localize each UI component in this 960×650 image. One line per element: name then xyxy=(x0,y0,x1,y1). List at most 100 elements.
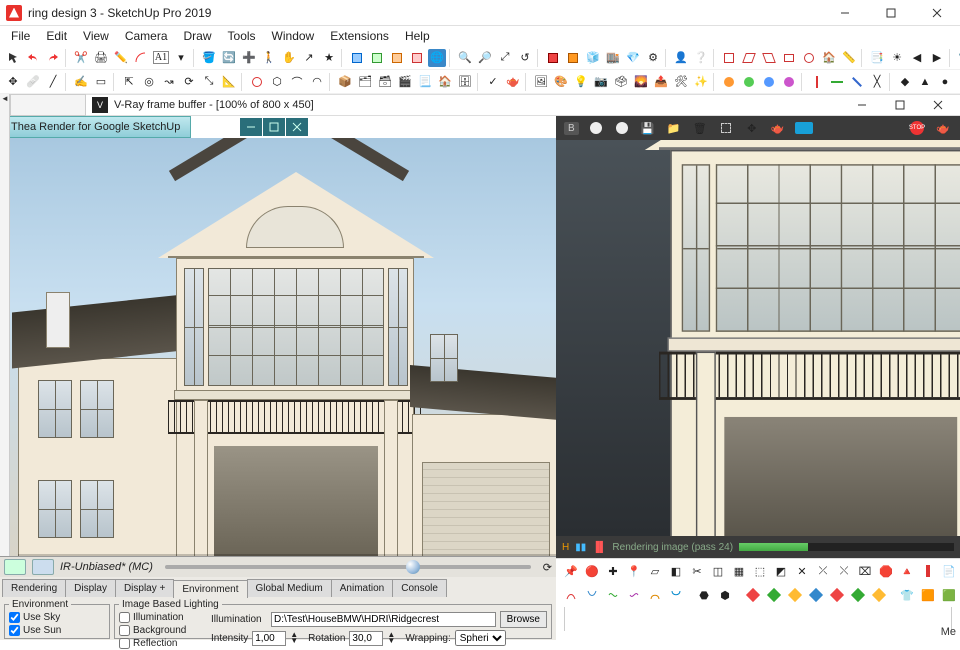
view1-icon[interactable] xyxy=(720,49,738,67)
history-icon[interactable] xyxy=(795,119,813,137)
maximize-button[interactable] xyxy=(868,0,914,26)
rotation-input[interactable] xyxy=(349,631,383,646)
page-icon[interactable]: 📃 xyxy=(416,73,434,91)
wrapping-select[interactable]: Spheri xyxy=(455,630,506,646)
rect-icon[interactable]: ▭ xyxy=(92,73,110,91)
export-icon[interactable]: 📤 xyxy=(652,73,670,91)
illumination-checkbox[interactable]: Illumination xyxy=(119,611,205,624)
thea-close-button[interactable] xyxy=(286,118,308,136)
menu-edit[interactable]: Edit xyxy=(39,27,74,45)
compare-icon[interactable]: ✥ xyxy=(743,119,761,137)
d8-icon[interactable]: 🟧 xyxy=(919,586,937,604)
viewport-left[interactable] xyxy=(0,138,556,556)
help-icon[interactable]: ❔ xyxy=(692,49,710,67)
paint-icon[interactable]: 🪣 xyxy=(200,49,218,67)
lt9-icon[interactable]: ▦ xyxy=(730,562,748,580)
layer-icon[interactable]: 📑 xyxy=(868,49,886,67)
rotation-spinner-icon[interactable]: ▲▼ xyxy=(387,632,395,644)
hand-icon[interactable]: ✋ xyxy=(280,49,298,67)
lb3-icon[interactable] xyxy=(604,586,622,604)
d2-icon[interactable] xyxy=(765,586,783,604)
reflection-checkbox[interactable]: Reflection xyxy=(119,637,205,650)
thea-minimize-button[interactable] xyxy=(240,118,262,136)
section-icon[interactable]: ✓ xyxy=(484,73,502,91)
print-icon[interactable]: 🖨 xyxy=(92,49,110,67)
menu-view[interactable]: View xyxy=(76,27,116,45)
env-icon[interactable]: 🌄 xyxy=(632,73,650,91)
d4-icon[interactable] xyxy=(807,586,825,604)
sun-icon[interactable]: ☀ xyxy=(888,49,906,67)
tab-environment[interactable]: Environment xyxy=(173,580,247,598)
freehand-icon[interactable]: ✍ xyxy=(72,73,90,91)
axis3-icon[interactable] xyxy=(848,73,866,91)
zoom-window-icon[interactable]: 🔎 xyxy=(476,49,494,67)
lt3-icon[interactable]: ✚ xyxy=(604,562,622,580)
use-sun-checkbox[interactable]: Use Sun xyxy=(9,624,105,637)
thea-render-tab[interactable]: Thea Render for Google SketchUp xyxy=(0,116,191,138)
thea-maximize-button[interactable] xyxy=(263,118,285,136)
cam-icon[interactable]: 📷 xyxy=(592,73,610,91)
intensity-input[interactable] xyxy=(252,631,286,646)
line-icon[interactable]: ╱ xyxy=(44,73,62,91)
user-icon[interactable]: 👤 xyxy=(672,49,690,67)
menu-help[interactable]: Help xyxy=(398,27,437,45)
intensity-spinner-icon[interactable]: ▲▼ xyxy=(290,632,298,644)
move-icon[interactable]: ✥ xyxy=(4,73,22,91)
lt19-icon[interactable]: 📄 xyxy=(940,562,958,580)
circle-icon[interactable] xyxy=(587,119,605,137)
lt1-icon[interactable]: 📌 xyxy=(562,562,580,580)
clear-icon[interactable]: 🗑 xyxy=(691,119,709,137)
lb1-icon[interactable] xyxy=(562,586,580,604)
view3-icon[interactable] xyxy=(760,49,778,67)
arc-icon[interactable] xyxy=(132,49,150,67)
back-icon[interactable]: ◀ xyxy=(908,49,926,67)
tab-global-medium[interactable]: Global Medium xyxy=(247,579,332,597)
vray-minimize-button[interactable] xyxy=(846,94,878,116)
thea-refresh-icon[interactable] xyxy=(4,559,26,575)
follow-icon[interactable]: ↝ xyxy=(160,73,178,91)
zoom-extents-icon[interactable]: ⤢ xyxy=(496,49,514,67)
render-icon[interactable]: 🖼 xyxy=(532,73,550,91)
folder-icon[interactable]: 📁 xyxy=(665,119,683,137)
lt11-icon[interactable]: ◩ xyxy=(772,562,790,580)
prev-view-icon[interactable]: ↺ xyxy=(516,49,534,67)
circle-icon[interactable] xyxy=(248,73,266,91)
view5-icon[interactable] xyxy=(800,49,818,67)
thea-sync-icon[interactable] xyxy=(32,559,54,575)
zoom-icon[interactable]: 🔍 xyxy=(456,49,474,67)
lb6-icon[interactable] xyxy=(667,586,685,604)
use-sky-checkbox[interactable]: Use Sky xyxy=(9,611,105,624)
stop-render-icon[interactable]: STOP xyxy=(908,119,926,137)
left-handle[interactable] xyxy=(0,94,10,556)
select-icon[interactable] xyxy=(4,49,22,67)
box-red-icon[interactable] xyxy=(544,49,562,67)
tab-rendering[interactable]: Rendering xyxy=(2,579,66,597)
wire-icon[interactable] xyxy=(408,49,426,67)
d5-icon[interactable] xyxy=(828,586,846,604)
minimize-button[interactable] xyxy=(822,0,868,26)
lt14-icon[interactable]: ⤬ xyxy=(835,562,853,580)
lt10-icon[interactable]: ⬚ xyxy=(751,562,769,580)
tab-display-plus[interactable]: Display + xyxy=(115,579,174,597)
render-channel-b[interactable]: B xyxy=(564,122,579,135)
thea-progress-slider[interactable] xyxy=(165,565,531,569)
tape-icon[interactable]: 📐 xyxy=(220,73,238,91)
text-icon[interactable]: A1 xyxy=(152,49,170,67)
lb7-icon[interactable]: ⬣ xyxy=(695,586,713,604)
illumination-path-input[interactable] xyxy=(271,612,496,627)
h-icon[interactable]: H xyxy=(562,542,569,553)
offset-icon[interactable]: ◎ xyxy=(140,73,158,91)
pointer-icon[interactable]: ↗ xyxy=(300,49,318,67)
lt8-icon[interactable]: ◫ xyxy=(709,562,727,580)
cube-icon[interactable] xyxy=(368,49,386,67)
house-icon[interactable]: 🏠 xyxy=(436,73,454,91)
lt2-icon[interactable]: 🔴 xyxy=(583,562,601,580)
lt6-icon[interactable]: ◧ xyxy=(667,562,685,580)
browse-button[interactable]: Browse xyxy=(500,611,547,628)
background-checkbox[interactable]: Background xyxy=(119,624,205,637)
region-icon[interactable] xyxy=(717,119,735,137)
s2-icon[interactable]: ▲ xyxy=(916,73,934,91)
rotate-icon[interactable]: ⟳ xyxy=(180,73,198,91)
view4-icon[interactable] xyxy=(780,49,798,67)
menu-window[interactable]: Window xyxy=(265,27,322,45)
